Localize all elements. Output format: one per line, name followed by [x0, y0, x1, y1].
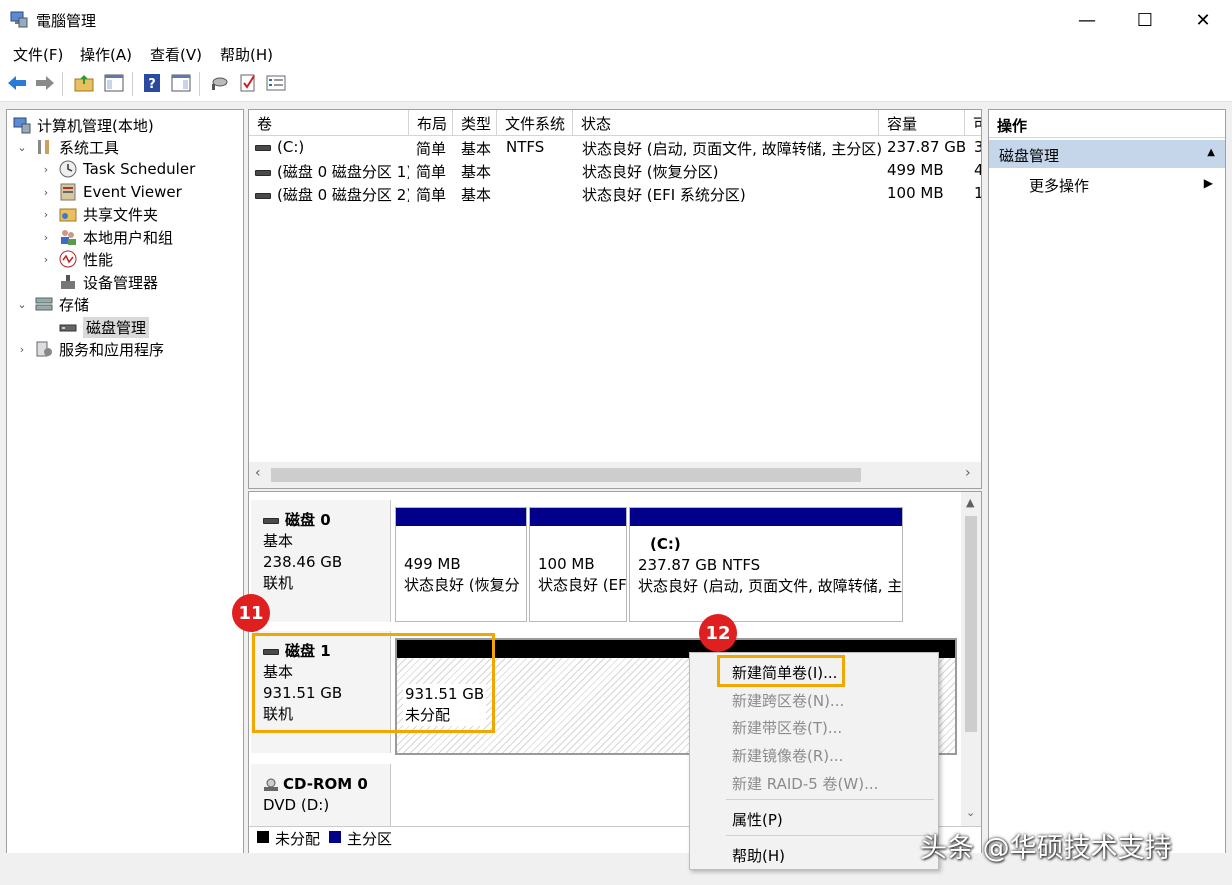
title-bar: 電腦管理 — ☐ ✕ [0, 0, 1232, 40]
collapse-up-icon[interactable]: ▲ [1207, 147, 1215, 158]
scroll-left-icon[interactable]: ‹ [255, 465, 261, 481]
users-icon [59, 228, 77, 246]
disk0-partition-recovery[interactable]: 499 MB 状态良好 (恢复分 [395, 507, 527, 622]
show-hide-tree-icon[interactable] [103, 72, 125, 94]
clock-icon [59, 160, 77, 178]
tree-item-root[interactable]: 计算机管理(本地) [11, 114, 154, 136]
properties-icon[interactable] [265, 72, 287, 94]
column-header-free[interactable]: 可 [965, 110, 982, 136]
back-icon[interactable] [6, 72, 28, 94]
tree-item-storage[interactable]: ⌄ 存储 [15, 293, 89, 315]
expand-chevron-icon[interactable]: › [39, 186, 53, 199]
scroll-down-icon[interactable]: ⌄ [966, 806, 975, 819]
submenu-arrow-icon: ▶ [1204, 176, 1213, 190]
tree-item-shared-folders[interactable]: › 共享文件夹 [39, 203, 158, 225]
volume-icon [255, 145, 271, 151]
tree-item-performance[interactable]: › 性能 [39, 248, 113, 270]
tree-item-disk-management[interactable]: 磁盘管理 [53, 316, 149, 338]
column-header-filesystem[interactable]: 文件系统 [497, 110, 573, 136]
menu-new-mirrored-volume[interactable]: 新建镜像卷(R)... [732, 745, 843, 766]
cdrom-label[interactable]: CD-ROM 0 DVD (D:) [251, 764, 391, 828]
performance-icon [59, 250, 77, 268]
cd-drive-icon [263, 778, 279, 792]
menu-properties[interactable]: 属性(P) [732, 809, 783, 830]
up-folder-icon[interactable] [73, 72, 95, 94]
tree-item-local-users[interactable]: › 本地用户和组 [39, 226, 173, 248]
step-badge-11: 11 [232, 594, 270, 632]
tree-item-services-apps[interactable]: › 服务和应用程序 [15, 338, 164, 360]
expand-chevron-icon[interactable]: › [39, 163, 53, 176]
actions-pane: 操作 磁盘管理 ▲ 更多操作 ▶ [988, 109, 1226, 879]
column-header-type[interactable]: 类型 [453, 110, 497, 136]
main-frame: 计算机管理(本地) ⌄ 系统工具 › Task Scheduler › Even… [0, 102, 1232, 885]
horizontal-scrollbar[interactable]: ‹ › [249, 462, 981, 488]
actions-section-disk-management[interactable]: 磁盘管理 ▲ [989, 140, 1225, 168]
menu-new-striped-volume[interactable]: 新建带区卷(T)... [732, 717, 842, 738]
computer-management-icon [13, 116, 31, 134]
legend-primary-swatch [329, 831, 341, 843]
column-header-layout[interactable]: 布局 [409, 110, 453, 136]
menu-help-item[interactable]: 帮助(H) [732, 845, 785, 866]
event-viewer-icon [59, 183, 77, 201]
expand-chevron-icon[interactable]: › [15, 343, 29, 356]
scroll-thumb[interactable] [271, 468, 861, 482]
minimize-button[interactable]: — [1058, 0, 1116, 40]
device-manager-icon [59, 273, 77, 291]
column-header-status[interactable]: 状态 [573, 110, 879, 136]
disk0-label[interactable]: 磁盘 0 基本 238.46 GB 联机 [251, 500, 391, 622]
services-icon [35, 340, 53, 358]
step-badge-12: 12 [699, 614, 737, 652]
column-header-capacity[interactable]: 容量 [879, 110, 965, 136]
legend-unallocated-swatch [257, 831, 269, 843]
menu-bar: 文件(F) 操作(A) 查看(V) 帮助(H) [0, 40, 1232, 66]
console-tree: 计算机管理(本地) ⌄ 系统工具 › Task Scheduler › Even… [6, 109, 244, 879]
maximize-button[interactable]: ☐ [1116, 0, 1174, 40]
scroll-right-icon[interactable]: › [965, 465, 971, 481]
window-title: 電腦管理 [36, 10, 96, 31]
menu-action[interactable]: 操作(A) [80, 44, 132, 65]
svg-text:?: ? [148, 77, 156, 92]
disk0-partition-c[interactable]: (C:) 237.87 GB NTFS 状态良好 (启动, 页面文件, 故障转储… [629, 507, 903, 622]
actions-header: 操作 [989, 110, 1225, 138]
menu-view[interactable]: 查看(V) [150, 44, 202, 65]
vertical-scrollbar[interactable]: ▲ ⌄ [961, 492, 981, 826]
highlight-new-simple-volume [717, 655, 845, 687]
shared-folder-icon [59, 205, 77, 223]
tree-item-event-viewer[interactable]: › Event Viewer [39, 181, 182, 203]
toolbar: ? [0, 66, 1232, 102]
watermark-text: 头条 @华硕技术支持 [920, 826, 1172, 865]
volume-icon [255, 193, 271, 199]
disk0-partition-efi[interactable]: 100 MB 状态良好 (EF [529, 507, 627, 622]
menu-new-raid5-volume[interactable]: 新建 RAID-5 卷(W)... [732, 773, 878, 794]
expand-chevron-icon[interactable]: › [39, 231, 53, 244]
disk-icon [59, 318, 77, 336]
computer-management-icon [10, 10, 28, 28]
connect-icon[interactable] [208, 72, 230, 94]
more-actions-item[interactable]: 更多操作 ▶ [989, 172, 1225, 198]
tools-icon [35, 138, 53, 156]
storage-icon [35, 295, 53, 313]
tree-item-task-scheduler[interactable]: › Task Scheduler [39, 158, 195, 180]
scroll-thumb[interactable] [965, 516, 977, 732]
menu-new-spanned-volume[interactable]: 新建跨区卷(N)... [732, 690, 844, 711]
collapse-chevron-icon[interactable]: ⌄ [15, 141, 29, 154]
tree-item-system-tools[interactable]: ⌄ 系统工具 [15, 136, 119, 158]
collapse-chevron-icon[interactable]: ⌄ [15, 298, 29, 311]
disk-icon [263, 518, 279, 524]
help-icon[interactable]: ? [141, 72, 163, 94]
volume-list: 卷 布局 类型 文件系统 状态 容量 可 (C:) 简单 基本 NTFS 状态良… [248, 109, 982, 489]
expand-chevron-icon[interactable]: › [39, 253, 53, 266]
volume-icon [255, 170, 271, 176]
close-button[interactable]: ✕ [1174, 0, 1232, 40]
forward-icon[interactable] [34, 72, 56, 94]
tree-item-device-manager[interactable]: 设备管理器 [53, 271, 158, 293]
expand-chevron-icon[interactable]: › [39, 208, 53, 221]
menu-file[interactable]: 文件(F) [13, 44, 63, 65]
highlight-disk1 [252, 633, 495, 733]
show-action-pane-icon[interactable] [170, 72, 192, 94]
checklist-icon[interactable] [237, 72, 259, 94]
scroll-up-icon[interactable]: ▲ [966, 496, 974, 509]
column-header-volume[interactable]: 卷 [249, 110, 409, 136]
menu-help[interactable]: 帮助(H) [220, 44, 273, 65]
